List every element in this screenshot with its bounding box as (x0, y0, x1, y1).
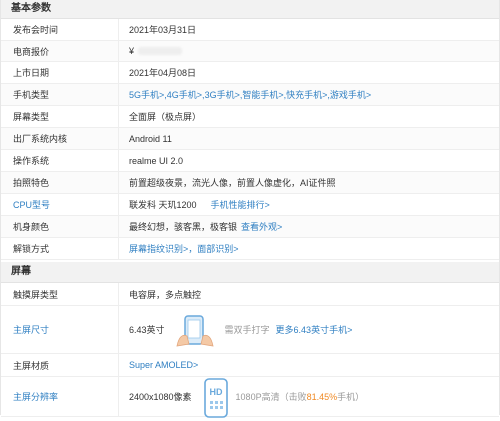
value-launch-date: 2021年04月08日 (129, 68, 197, 78)
row-cpu: CPU型号 联发科 天玑1200 手机性能排行> (1, 194, 499, 216)
section-basic-header: 基本参数 (1, 0, 499, 19)
row-release-time: 发布会时间 2021年03月31日 (1, 19, 499, 41)
row-os: 操作系统 realme UI 2.0 (1, 150, 499, 172)
link-fingerprint[interactable]: 屏幕指纹识别> (129, 242, 188, 255)
link-fast-charge-phone[interactable]: 快充手机> (286, 88, 327, 101)
color-options: 最终幻想，骇客黑，极客银 (129, 222, 238, 232)
resolution-value: 2400x1080像素 (129, 392, 192, 402)
spec-page: 基本参数 发布会时间 2021年03月31日 电商报价 ¥ 上市日期 2021年… (0, 0, 500, 418)
row-os-kernel: 出厂系统内核 Android 11 (1, 128, 499, 150)
value-resolution: 2400x1080像素 HD 1080P高清（击败 81.45% 手机） (119, 377, 499, 418)
svg-text:HD: HD (209, 387, 222, 397)
label-os-kernel: 出厂系统内核 (1, 128, 119, 149)
value-os: realme UI 2.0 (129, 155, 184, 166)
value-screen-type: 全面屏（极点屏） (129, 112, 202, 122)
label-unlock: 解锁方式 (1, 238, 119, 259)
screen-size-hint: 需双手打字 (224, 325, 270, 335)
label-touch-type: 触摸屏类型 (1, 283, 119, 305)
value-release-time: 2021年03月31日 (129, 25, 197, 35)
value-screen-size: 6.43英寸 需双手打字 更多6.43英寸手机> (119, 306, 499, 353)
label-cpu[interactable]: CPU型号 (1, 194, 119, 215)
section-screen-header: 屏幕 (1, 262, 499, 283)
row-material: 主屏材质 Super AMOLED> (1, 354, 499, 377)
link-view-appearance[interactable]: 查看外观> (241, 220, 282, 233)
row-color: 机身颜色 最终幻想，骇客黑，极客银 查看外观> (1, 216, 499, 238)
value-phone-type: 5G手机>, 4G手机>, 3G手机>, 智能手机>, 快充手机>, 游戏手机> (119, 84, 499, 105)
row-phone-type: 手机类型 5G手机>, 4G手机>, 3G手机>, 智能手机>, 快充手机>, … (1, 84, 499, 106)
resolution-hint-prefix: 1080P高清（击败 (235, 392, 307, 402)
row-touch-type: 触摸屏类型 电容屏，多点触控 (1, 283, 499, 306)
separator: ， (188, 244, 198, 254)
label-screen-size[interactable]: 主屏尺寸 (1, 306, 119, 353)
value-unlock: 屏幕指纹识别>，面部识别> (119, 238, 499, 259)
link-more-643-phones[interactable]: 更多6.43英寸手机> (276, 323, 353, 336)
label-phone-type: 手机类型 (1, 84, 119, 105)
link-4g-phone[interactable]: 4G手机> (167, 88, 202, 101)
screen-size-value: 6.43英寸 (129, 325, 165, 335)
value-camera: 前置超级夜景，流光人像，前置人像虚化，AI证件照 (129, 178, 336, 188)
two-hand-phone-icon (173, 314, 219, 346)
row-launch-date: 上市日期 2021年04月08日 (1, 62, 499, 84)
value-cpu: 联发科 天玑1200 手机性能排行> (119, 194, 499, 215)
label-camera: 拍照特色 (1, 172, 119, 193)
link-gaming-phone[interactable]: 游戏手机> (330, 88, 371, 101)
row-screen-type: 屏幕类型 全面屏（极点屏） (1, 106, 499, 128)
link-smart-phone[interactable]: 智能手机> (242, 88, 283, 101)
label-price: 电商报价 (1, 41, 119, 61)
label-launch-date: 上市日期 (1, 62, 119, 83)
value-touch-type: 电容屏，多点触控 (129, 289, 202, 300)
resolution-hint-suffix: 手机） (337, 392, 365, 402)
row-screen-size: 主屏尺寸 6.43英寸 需双手打字 更多6.43英寸手机> (1, 306, 499, 354)
link-super-amoled[interactable]: Super AMOLED> (129, 360, 198, 370)
link-5g-phone[interactable]: 5G手机> (129, 88, 164, 101)
value-price: ¥ (119, 41, 499, 61)
link-performance-ranking[interactable]: 手机性能排行> (211, 198, 270, 211)
label-color: 机身颜色 (1, 216, 119, 237)
value-os-kernel: Android 11 (129, 133, 172, 144)
price-hidden-amount (138, 47, 183, 55)
row-resolution: 主屏分辨率 2400x1080像素 HD 1080P高清（击败 81.45% 手机） (1, 377, 499, 418)
price-currency: ¥ (129, 46, 135, 56)
label-resolution[interactable]: 主屏分辨率 (1, 377, 119, 416)
label-os: 操作系统 (1, 150, 119, 171)
cpu-model: 联发科 天玑1200 (129, 200, 197, 210)
value-material: Super AMOLED> (119, 354, 499, 376)
row-unlock: 解锁方式 屏幕指纹识别>，面部识别> (1, 238, 499, 260)
resolution-beat-percent: 81.45% (306, 391, 338, 402)
label-material: 主屏材质 (1, 354, 119, 376)
label-release-time: 发布会时间 (1, 19, 119, 40)
hd-phone-icon: HD (202, 377, 230, 418)
link-face-recognition[interactable]: 面部识别> (197, 242, 238, 255)
link-3g-phone[interactable]: 3G手机> (205, 88, 240, 101)
value-color: 最终幻想，骇客黑，极客银 查看外观> (119, 216, 499, 237)
row-camera: 拍照特色 前置超级夜景，流光人像，前置人像虚化，AI证件照 (1, 172, 499, 194)
label-screen-type: 屏幕类型 (1, 106, 119, 127)
row-price: 电商报价 ¥ (1, 41, 499, 62)
